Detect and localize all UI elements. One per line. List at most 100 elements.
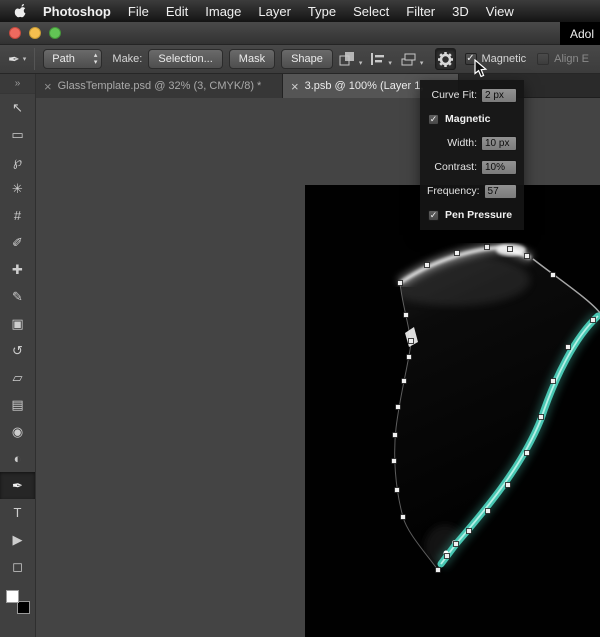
blur-tool-button[interactable]: ◉ <box>0 418 35 445</box>
menu-image[interactable]: Image <box>205 4 241 19</box>
check-icon: ✓ <box>430 211 438 220</box>
path-selection-tool-icon: ▶ <box>13 533 23 546</box>
align-edges-checkbox[interactable] <box>537 53 549 65</box>
tool-preset-picker[interactable]: ✒ ▾ <box>8 52 26 66</box>
quick-selection-tool-icon: ✳ <box>12 182 23 195</box>
rectangular-marquee-tool-button[interactable]: ▭ <box>0 121 35 148</box>
photoshop-window: » ↖ ▭ ℘ ✳ # ✐ ✚ ✎ ▣ ↺ ▱ ▤ ◉ ◐ ✒ T ▶ ◻ × … <box>0 0 600 637</box>
menu-bar: Photoshop File Edit Image Layer Type Sel… <box>0 0 600 22</box>
eraser-tool-button[interactable]: ▱ <box>0 364 35 391</box>
apple-menu-icon[interactable] <box>14 4 27 19</box>
dodge-tool-button[interactable]: ◐ <box>0 445 35 472</box>
pen-pressure-label: Pen Pressure <box>445 209 512 221</box>
window-title-fragment: Adol <box>560 22 600 45</box>
clone-stamp-tool-icon: ▣ <box>11 317 23 330</box>
dodge-tool-icon: ◐ <box>14 452 22 465</box>
pen-tool-button[interactable]: ✒ <box>0 472 35 499</box>
tab-glasstemplate[interactable]: × GlassTemplate.psd @ 32% (3, CMYK/8) * <box>36 74 283 98</box>
color-swatches[interactable] <box>6 590 30 614</box>
frequency-input[interactable]: 57 <box>484 184 517 199</box>
quick-selection-tool-button[interactable]: ✳ <box>0 175 35 202</box>
pen-options-gear-button[interactable] <box>435 48 455 70</box>
menu-edit[interactable]: Edit <box>166 4 188 19</box>
gradient-tool-button[interactable]: ▤ <box>0 391 35 418</box>
close-window-button[interactable] <box>9 27 21 39</box>
contrast-row: Contrast: 10% <box>420 155 524 179</box>
frequency-row: Frequency: 57 <box>420 179 524 203</box>
make-selection-button[interactable]: Selection... <box>148 49 222 69</box>
options-bar: ✒ ▾ Path ▴▾ Make: Selection... Mask Shap… <box>0 45 600 74</box>
chevron-down-icon: ▾ <box>420 59 424 67</box>
magnetic-row: ✓ Magnetic <box>420 107 524 131</box>
width-input[interactable]: 10 px <box>481 136 517 151</box>
chevron-down-icon: ▾ <box>359 59 363 67</box>
mouse-cursor <box>474 59 488 84</box>
minimize-window-button[interactable] <box>29 27 41 39</box>
menu-file[interactable]: File <box>128 4 149 19</box>
width-row: Width: 10 px <box>420 131 524 155</box>
path-operations-button[interactable]: ▾ <box>339 51 363 67</box>
path-arrangement-button[interactable]: ▾ <box>400 51 424 67</box>
path-mode-value: Path <box>52 53 75 65</box>
tools-panel: » ↖ ▭ ℘ ✳ # ✐ ✚ ✎ ▣ ↺ ▱ ▤ ◉ ◐ ✒ T ▶ ◻ <box>0 74 36 637</box>
menu-view[interactable]: View <box>486 4 514 19</box>
contrast-label: Contrast: <box>434 161 477 173</box>
foreground-color-swatch[interactable] <box>6 590 19 603</box>
close-tab-icon[interactable]: × <box>291 80 299 93</box>
make-mask-button[interactable]: Mask <box>229 49 275 69</box>
move-tool-button[interactable]: ↖ <box>0 94 35 121</box>
path-alignment-button[interactable]: ▾ <box>370 51 392 67</box>
lasso-tool-icon: ℘ <box>13 155 22 168</box>
menu-filter[interactable]: Filter <box>406 4 435 19</box>
magnetic-popover-label: Magnetic <box>445 113 491 125</box>
path-selection-tool-button[interactable]: ▶ <box>0 526 35 553</box>
pen-pressure-checkbox[interactable]: ✓ <box>428 210 439 221</box>
contrast-input[interactable]: 10% <box>481 160 517 175</box>
menu-type[interactable]: Type <box>308 4 336 19</box>
healing-brush-tool-button[interactable]: ✚ <box>0 256 35 283</box>
align-edges-checkbox-row[interactable]: Align E <box>537 53 589 65</box>
tab-title: GlassTemplate.psd @ 32% (3, CMYK/8) * <box>58 80 262 92</box>
type-tool-button[interactable]: T <box>0 499 35 526</box>
menu-3d[interactable]: 3D <box>452 4 469 19</box>
type-tool-icon: T <box>14 506 22 519</box>
glass-shard-artwork <box>305 185 600 637</box>
healing-brush-tool-icon: ✚ <box>12 263 23 276</box>
frequency-label: Frequency: <box>427 185 480 197</box>
curve-fit-input[interactable]: 2 px <box>481 88 517 103</box>
path-mode-select[interactable]: Path ▴▾ <box>43 49 102 69</box>
make-shape-button[interactable]: Shape <box>281 49 333 69</box>
menu-photoshop[interactable]: Photoshop <box>43 4 111 19</box>
eyedropper-tool-icon: ✐ <box>12 236 23 249</box>
curve-fit-label: Curve Fit: <box>431 89 477 101</box>
menu-layer[interactable]: Layer <box>258 4 291 19</box>
curve-fit-row: Curve Fit: 2 px <box>420 83 524 107</box>
check-icon: ✓ <box>430 115 438 124</box>
path-arrangement-icon <box>400 51 417 67</box>
pen-tool-icon: ✒ <box>12 479 23 492</box>
magnetic-label: Magnetic <box>482 53 527 65</box>
shape-tool-icon: ◻ <box>12 560 23 573</box>
eraser-tool-icon: ▱ <box>13 371 23 384</box>
pen-pressure-row: ✓ Pen Pressure <box>420 203 524 227</box>
zoom-window-button[interactable] <box>49 27 61 39</box>
path-alignment-icon <box>370 51 385 67</box>
clone-stamp-tool-button[interactable]: ▣ <box>0 310 35 337</box>
marquee-tool-icon: ▭ <box>11 128 23 141</box>
eyedropper-tool-button[interactable]: ✐ <box>0 229 35 256</box>
shape-tool-button[interactable]: ◻ <box>0 553 35 580</box>
history-brush-tool-button[interactable]: ↺ <box>0 337 35 364</box>
crop-tool-button[interactable]: # <box>0 202 35 229</box>
collapse-toolbar-button[interactable]: » <box>0 74 35 94</box>
magnetic-popover-checkbox[interactable]: ✓ <box>428 114 439 125</box>
brush-tool-button[interactable]: ✎ <box>0 283 35 310</box>
close-tab-icon[interactable]: × <box>44 80 52 93</box>
lasso-tool-button[interactable]: ℘ <box>0 148 35 175</box>
window-controls <box>9 27 61 39</box>
select-arrows-icon: ▴▾ <box>94 52 98 66</box>
tab-title: 3.psb @ 100% (Layer 1, <box>305 80 424 92</box>
brush-tool-icon: ✎ <box>12 290 23 303</box>
pen-options-popover: Curve Fit: 2 px ✓ Magnetic Width: 10 px … <box>420 80 524 230</box>
menu-select[interactable]: Select <box>353 4 389 19</box>
canvas-image[interactable] <box>305 185 600 637</box>
